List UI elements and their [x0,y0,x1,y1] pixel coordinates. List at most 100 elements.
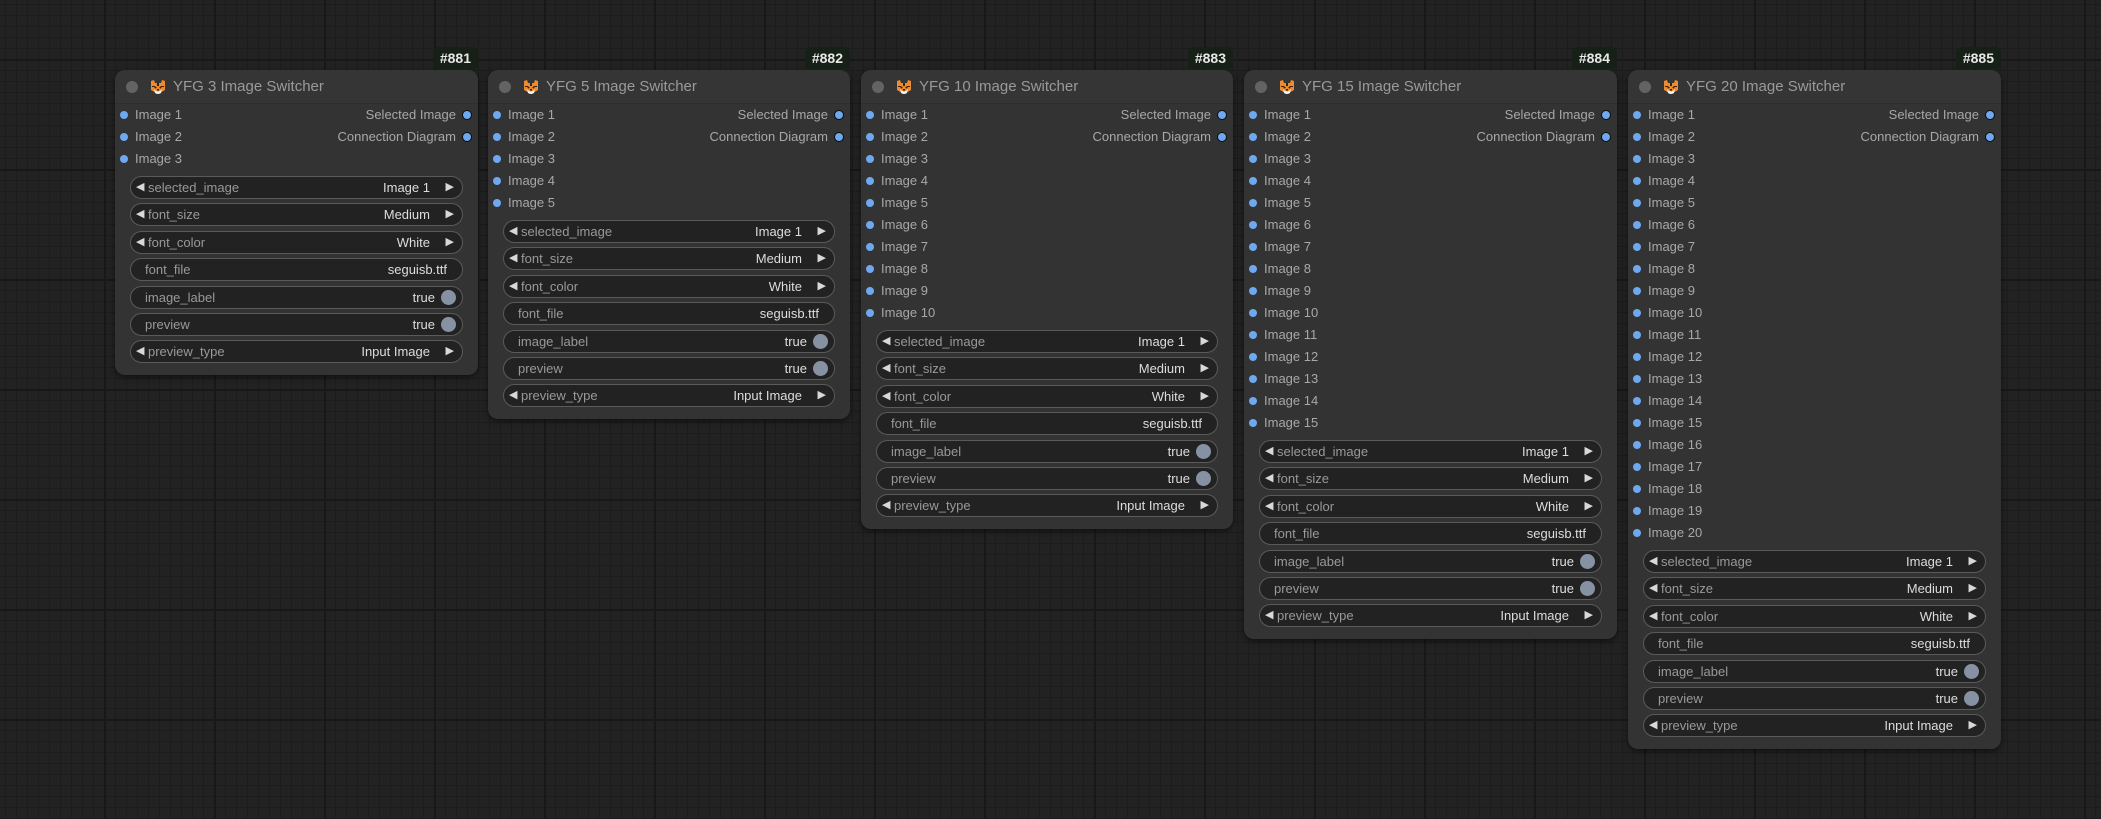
widget-selected-image[interactable]: ◀ selected_image Image 1 ▶ [1643,550,1986,573]
widget-font-color[interactable]: ◀ font_color White ▶ [1259,494,1602,518]
increment-arrow-icon[interactable]: ▶ [1585,605,1593,626]
input-connector-icon[interactable] [1633,155,1641,163]
output-connector-icon[interactable] [1985,132,1995,142]
toggle-knob-icon[interactable] [1196,443,1211,459]
input-connector-icon[interactable] [866,309,874,317]
input-connector-icon[interactable] [1633,111,1641,119]
increment-arrow-icon[interactable]: ▶ [1969,606,1977,627]
widget-preview[interactable]: preview true [1259,576,1602,600]
widget-image-label[interactable]: image_label true [503,329,835,353]
decrement-arrow-icon[interactable]: ◀ [1265,496,1273,517]
input-connector-icon[interactable] [1633,133,1641,141]
input-connector-icon[interactable] [866,287,874,295]
output-connector-icon[interactable] [834,132,844,142]
widget-preview-type[interactable]: ◀ preview_type Input Image ▶ [503,384,835,408]
widget-preview[interactable]: preview true [130,312,463,336]
input-connector-icon[interactable] [1633,353,1641,361]
widget-preview-type[interactable]: ◀ preview_type Input Image ▶ [130,340,463,364]
widget-selected-image[interactable]: ◀ selected_image Image 1 ▶ [1259,440,1602,463]
input-connector-icon[interactable] [1633,507,1641,515]
collapse-dot-icon[interactable] [1255,81,1267,93]
toggle-knob-icon[interactable] [1580,580,1595,596]
input-connector-icon[interactable] [1249,419,1257,427]
collapse-dot-icon[interactable] [1639,81,1651,93]
decrement-arrow-icon[interactable]: ◀ [136,177,144,198]
input-connector-icon[interactable] [1249,111,1257,119]
increment-arrow-icon[interactable]: ▶ [446,204,454,225]
widget-font-file[interactable]: font_file seguisb.ttf [130,258,463,282]
widget-selected-image[interactable]: ◀ selected_image Image 1 ▶ [130,176,463,199]
widget-font-file[interactable]: font_file seguisb.ttf [1643,632,1986,656]
widget-font-color[interactable]: ◀ font_color White ▶ [876,384,1218,408]
input-connector-icon[interactable] [1633,529,1641,537]
input-connector-icon[interactable] [120,111,128,119]
output-connector-icon[interactable] [1985,110,1995,120]
input-connector-icon[interactable] [1249,265,1257,273]
widget-preview-type[interactable]: ◀ preview_type Input Image ▶ [1259,604,1602,628]
input-connector-icon[interactable] [493,199,501,207]
toggle-knob-icon[interactable] [441,289,456,305]
node-header[interactable]: YFG 15 Image Switcher [1244,70,1617,104]
decrement-arrow-icon[interactable]: ◀ [509,385,517,406]
input-connector-icon[interactable] [866,111,874,119]
input-connector-icon[interactable] [493,177,501,185]
increment-arrow-icon[interactable]: ▶ [818,221,826,242]
input-connector-icon[interactable] [1249,177,1257,185]
input-connector-icon[interactable] [1633,375,1641,383]
node-882[interactable]: #882 YFG 5 Image Switcher Image 1 Selected … [488,47,850,420]
input-connector-icon[interactable] [1633,441,1641,449]
toggle-knob-icon[interactable] [441,316,456,332]
input-connector-icon[interactable] [1249,221,1257,229]
node-header[interactable]: YFG 10 Image Switcher [861,70,1233,104]
decrement-arrow-icon[interactable]: ◀ [1265,468,1273,489]
increment-arrow-icon[interactable]: ▶ [446,232,454,253]
increment-arrow-icon[interactable]: ▶ [1585,496,1593,517]
decrement-arrow-icon[interactable]: ◀ [1649,715,1657,736]
node-884[interactable]: #884 YFG 15 Image Switcher Image 1 Selected… [1244,47,1617,640]
increment-arrow-icon[interactable]: ▶ [1969,715,1977,736]
toggle-knob-icon[interactable] [813,360,828,376]
input-connector-icon[interactable] [1249,133,1257,141]
input-connector-icon[interactable] [493,155,501,163]
collapse-dot-icon[interactable] [126,81,138,93]
collapse-dot-icon[interactable] [872,81,884,93]
increment-arrow-icon[interactable]: ▶ [1201,331,1209,352]
output-connector-icon[interactable] [462,132,472,142]
decrement-arrow-icon[interactable]: ◀ [509,276,517,297]
toggle-knob-icon[interactable] [1580,553,1595,569]
input-connector-icon[interactable] [1249,155,1257,163]
increment-arrow-icon[interactable]: ▶ [1201,358,1209,379]
input-connector-icon[interactable] [1249,199,1257,207]
increment-arrow-icon[interactable]: ▶ [1201,495,1209,516]
output-connector-icon[interactable] [462,110,472,120]
decrement-arrow-icon[interactable]: ◀ [1649,606,1657,627]
increment-arrow-icon[interactable]: ▶ [446,341,454,362]
widget-font-size[interactable]: ◀ font_size Medium ▶ [876,357,1218,381]
input-connector-icon[interactable] [1249,397,1257,405]
input-connector-icon[interactable] [1249,331,1257,339]
toggle-knob-icon[interactable] [1964,690,1979,706]
toggle-knob-icon[interactable] [1964,663,1979,679]
input-connector-icon[interactable] [1249,375,1257,383]
widget-selected-image[interactable]: ◀ selected_image Image 1 ▶ [876,330,1218,353]
decrement-arrow-icon[interactable]: ◀ [136,232,144,253]
increment-arrow-icon[interactable]: ▶ [1585,441,1593,462]
decrement-arrow-icon[interactable]: ◀ [882,386,890,407]
widget-preview[interactable]: preview true [876,466,1218,490]
widget-preview-type[interactable]: ◀ preview_type Input Image ▶ [876,494,1218,518]
node-881[interactable]: #881 YFG 3 Image Switcher Image 1 Selected … [115,47,478,376]
widget-font-file[interactable]: font_file seguisb.ttf [876,412,1218,436]
increment-arrow-icon[interactable]: ▶ [1969,551,1977,572]
decrement-arrow-icon[interactable]: ◀ [509,221,517,242]
input-connector-icon[interactable] [493,133,501,141]
input-connector-icon[interactable] [1633,397,1641,405]
output-connector-icon[interactable] [834,110,844,120]
widget-font-file[interactable]: font_file seguisb.ttf [503,302,835,326]
increment-arrow-icon[interactable]: ▶ [446,177,454,198]
collapse-dot-icon[interactable] [499,81,511,93]
input-connector-icon[interactable] [1633,331,1641,339]
widget-image-label[interactable]: image_label true [1643,659,1986,683]
node-885[interactable]: #885 YFG 20 Image Switcher Image 1 Selected… [1628,47,2001,750]
input-connector-icon[interactable] [1249,353,1257,361]
input-connector-icon[interactable] [1249,243,1257,251]
